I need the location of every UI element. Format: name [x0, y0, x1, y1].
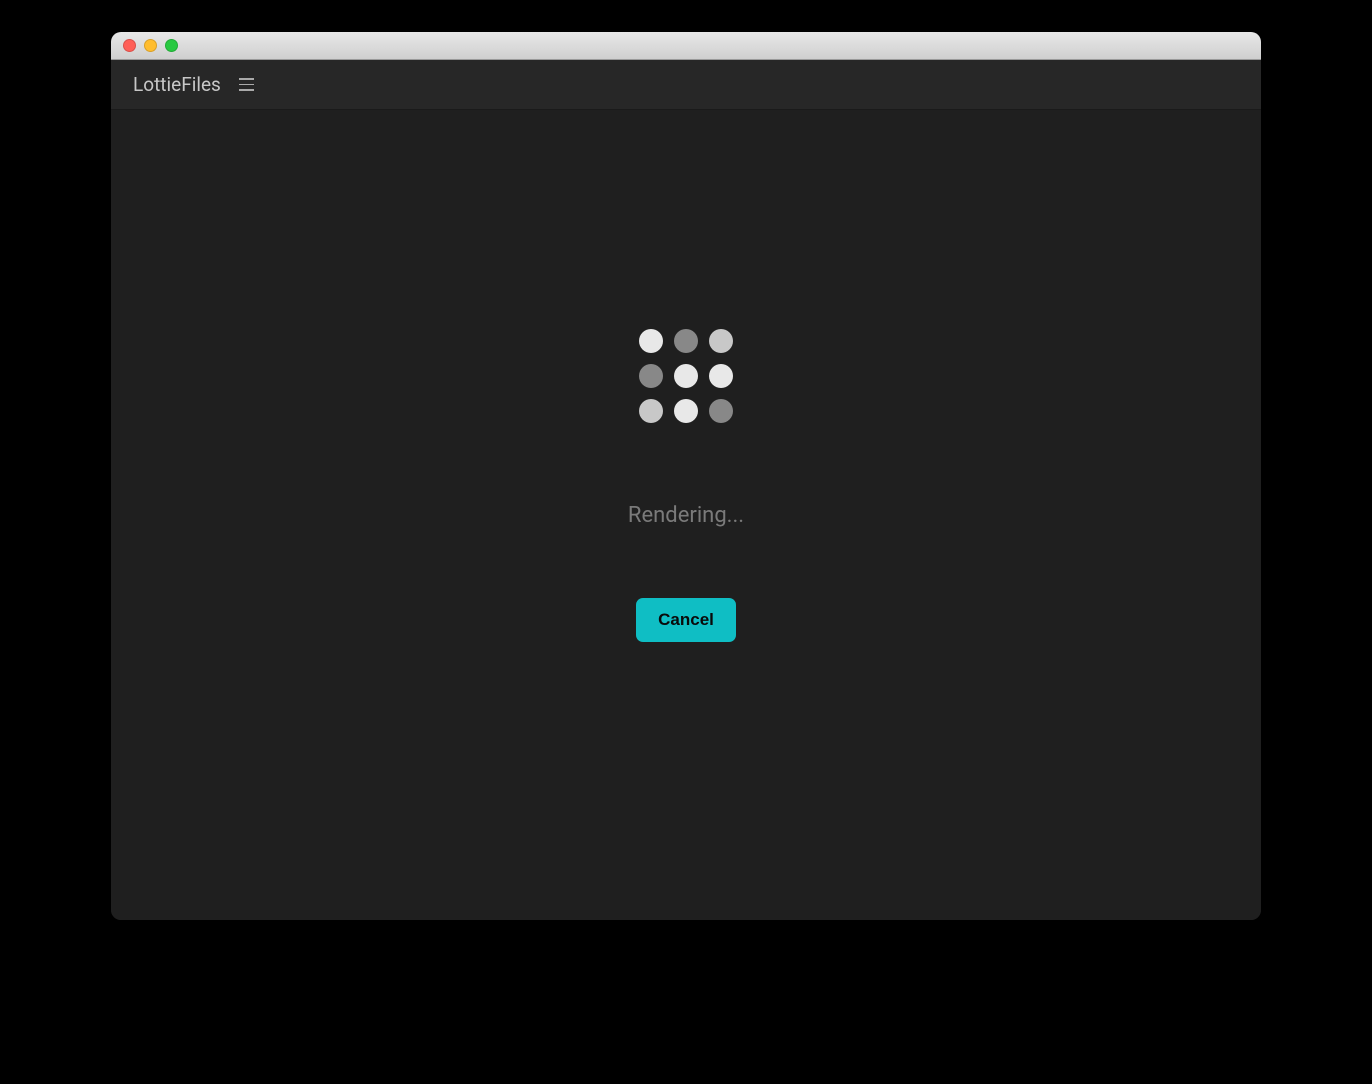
spinner-dot	[674, 399, 698, 423]
spinner-dot	[639, 329, 663, 353]
app-header: LottieFiles	[111, 60, 1261, 110]
window-maximize-button[interactable]	[165, 39, 178, 52]
rendering-status-text: Rendering...	[628, 503, 744, 528]
window-close-button[interactable]	[123, 39, 136, 52]
app-window: LottieFiles Rendering... Cancel	[111, 32, 1261, 920]
spinner-dot	[709, 364, 733, 388]
spinner-dot	[674, 329, 698, 353]
spinner-dot	[639, 364, 663, 388]
spinner-dot	[639, 399, 663, 423]
spinner-dot	[674, 364, 698, 388]
app-title: LottieFiles	[133, 73, 221, 96]
cancel-button[interactable]: Cancel	[636, 598, 736, 642]
hamburger-menu-icon[interactable]	[239, 78, 254, 91]
loading-spinner-icon	[639, 329, 733, 423]
window-minimize-button[interactable]	[144, 39, 157, 52]
main-content: Rendering... Cancel	[111, 110, 1261, 920]
window-titlebar	[111, 32, 1261, 60]
spinner-dot	[709, 329, 733, 353]
spinner-dot	[709, 399, 733, 423]
